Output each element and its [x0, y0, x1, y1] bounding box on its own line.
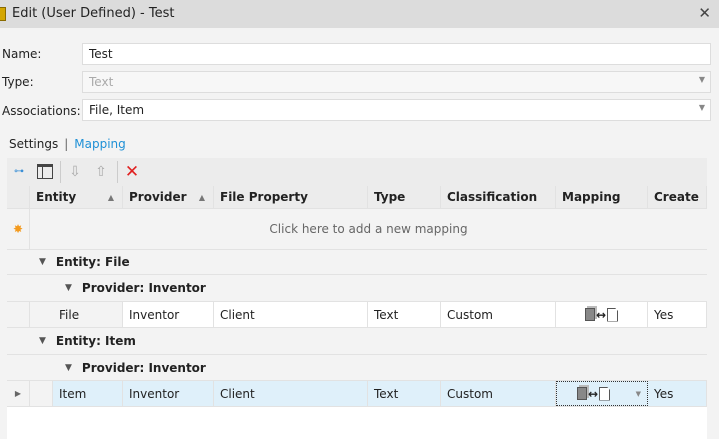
chevron-down-icon[interactable]: ▼ — [636, 390, 641, 398]
name-field[interactable]: Test — [82, 43, 711, 65]
group-label: Provider: Inventor — [81, 281, 206, 295]
move-down-icon[interactable]: ⇩ — [66, 163, 84, 181]
grid-header: Entity ▲ Provider ▲ File Property Type Cla… — [7, 186, 707, 209]
tab-mapping[interactable]: Mapping — [74, 137, 126, 151]
sort-asc-icon: ▲ — [107, 192, 114, 202]
move-up-icon[interactable]: ⇧ — [92, 163, 110, 181]
cell-classification: Custom — [441, 381, 556, 406]
chevron-down-icon: ▼ — [698, 103, 705, 112]
group-row-entity-item[interactable]: ▼ Entity: Item — [7, 328, 707, 355]
group-label: Entity: File — [55, 255, 130, 269]
type-label: Type: — [2, 75, 34, 89]
col-label: Entity — [36, 190, 77, 204]
type-value: Text — [89, 75, 114, 89]
cell-provider: Inventor — [123, 381, 214, 406]
divider — [60, 161, 61, 183]
col-label: Provider — [129, 190, 187, 204]
associations-select[interactable]: File, Item ▼ — [82, 99, 711, 121]
tab-bar: Settings | Mapping — [9, 137, 126, 151]
cell-entity: File — [53, 302, 123, 327]
cell-file-property: Client — [214, 381, 368, 406]
new-row[interactable]: ✸ Click here to add a new mapping — [7, 209, 707, 250]
group-row-provider[interactable]: ▼ Provider: Inventor — [7, 275, 707, 302]
cell-file-property: Client — [214, 302, 368, 327]
bidirectional-mapping-icon: ↔ — [577, 386, 611, 401]
mapping-grid: Entity ▲ Provider ▲ File Property Type Cla… — [7, 186, 707, 439]
table-row[interactable]: File Inventor Client Text Custom ↔ Yes — [7, 302, 707, 328]
new-row-prompt[interactable]: Click here to add a new mapping — [30, 209, 707, 249]
cell-entity: Item — [53, 381, 123, 406]
cell-type: Text — [368, 302, 441, 327]
cell-classification: Custom — [441, 302, 556, 327]
collapse-icon[interactable]: ▼ — [65, 363, 72, 373]
cell-create: Yes — [648, 302, 707, 327]
col-mapping[interactable]: Mapping — [556, 186, 648, 208]
group-row-entity-file[interactable]: ▼ Entity: File — [7, 250, 707, 275]
table-row-selected[interactable]: ▶ Item Inventor Client Text Custom ↔ ▼ Ye… — [7, 381, 707, 407]
hierarchy-icon[interactable]: ⊶ — [10, 163, 28, 181]
sort-asc-icon: ▲ — [198, 192, 205, 202]
col-create[interactable]: Create — [648, 186, 707, 208]
close-icon[interactable]: ✕ — [698, 4, 711, 22]
col-entity[interactable]: Entity ▲ — [30, 186, 123, 208]
app-icon — [0, 7, 6, 21]
associations-value: File, Item — [89, 103, 145, 117]
window-title: Edit (User Defined) - Test — [12, 6, 175, 21]
col-type[interactable]: Type — [368, 186, 441, 208]
collapse-icon[interactable]: ▼ — [39, 257, 46, 267]
name-label: Name: — [2, 47, 42, 61]
col-file-property[interactable]: File Property — [214, 186, 368, 208]
col-provider[interactable]: Provider ▲ — [123, 186, 214, 208]
col-classification[interactable]: Classification — [441, 186, 556, 208]
associations-label: Associations: — [2, 104, 81, 118]
collapse-icon[interactable]: ▼ — [65, 283, 72, 293]
indicator-header — [7, 186, 30, 208]
collapse-icon[interactable]: ▼ — [39, 336, 46, 346]
type-select: Text ▼ — [82, 71, 711, 93]
panel-layout-icon[interactable] — [36, 163, 54, 181]
toolbar: ⊶ ⇩ ⇧ ✕ — [7, 158, 707, 186]
current-row-icon: ▶ — [7, 381, 30, 406]
name-value: Test — [89, 47, 113, 61]
mapping-dropdown[interactable]: ↔ ▼ — [556, 381, 648, 406]
new-row-icon: ✸ — [7, 209, 30, 249]
cell-type: Text — [368, 381, 441, 406]
group-label: Entity: Item — [55, 334, 136, 348]
group-row-provider[interactable]: ▼ Provider: Inventor — [7, 355, 707, 381]
title-bar: Edit (User Defined) - Test ✕ — [0, 0, 719, 28]
cell-mapping: ↔ — [556, 302, 648, 327]
group-label: Provider: Inventor — [81, 360, 206, 375]
cell-provider: Inventor — [123, 302, 214, 327]
bidirectional-mapping-icon: ↔ — [584, 307, 619, 322]
cell-create: Yes — [648, 381, 707, 406]
divider — [117, 161, 118, 183]
chevron-down-icon: ▼ — [698, 75, 705, 84]
row-indicator — [7, 302, 30, 327]
tab-settings[interactable]: Settings — [9, 137, 58, 151]
tab-separator: | — [64, 137, 69, 151]
delete-icon[interactable]: ✕ — [123, 163, 141, 181]
